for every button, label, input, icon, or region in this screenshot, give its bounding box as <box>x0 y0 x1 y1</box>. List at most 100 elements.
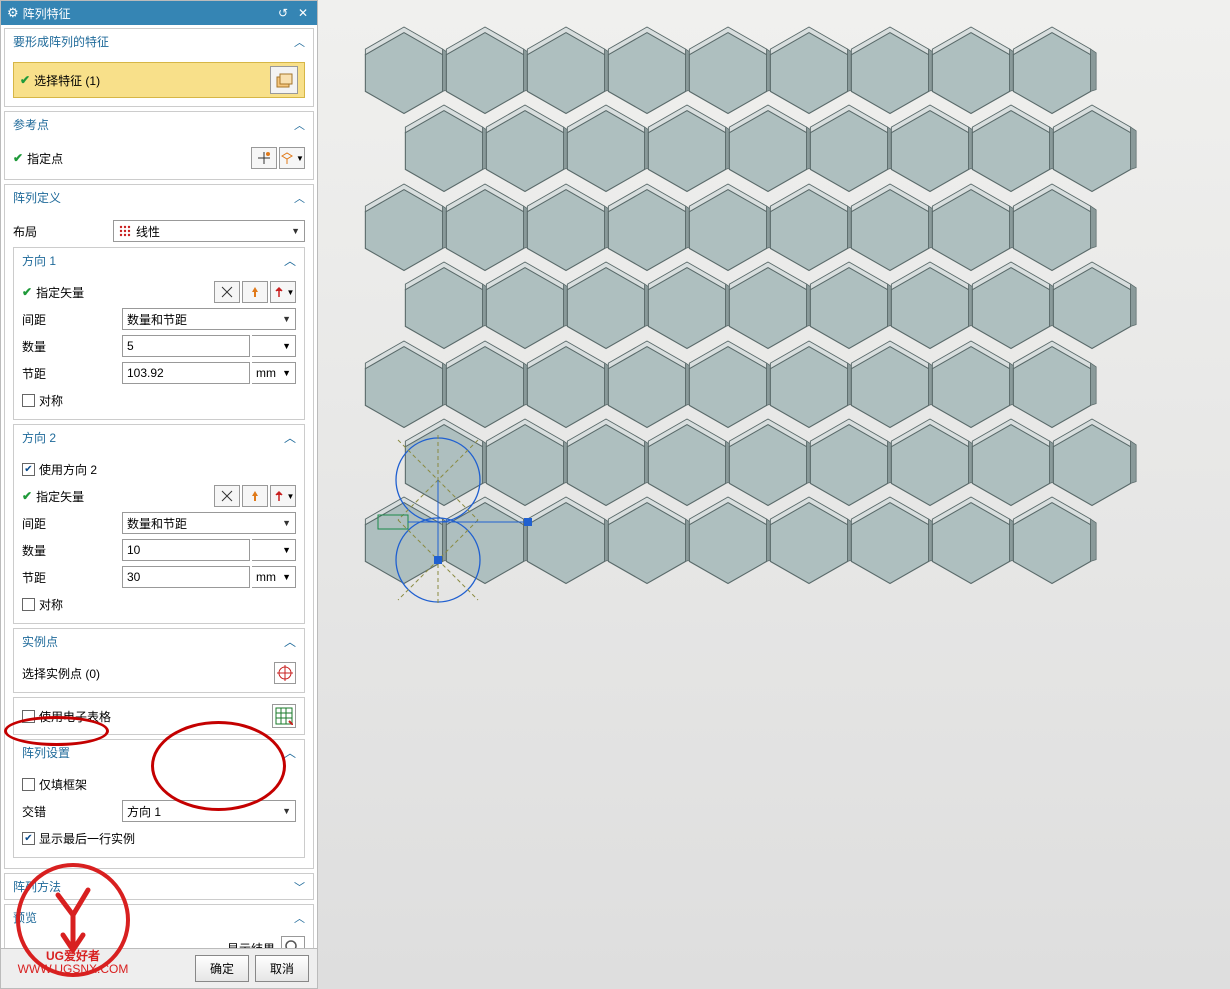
dir2-spacing-value: 数量和节距 <box>127 515 187 532</box>
vector-reverse-icon[interactable] <box>242 485 268 507</box>
dir1-count-input[interactable]: 5 <box>122 335 250 357</box>
dir2-head[interactable]: 方向 2 ︿ <box>14 425 304 450</box>
use-spreadsheet-checkbox[interactable]: 使用电子表格 <box>22 708 111 725</box>
dir1-count-value: 5 <box>127 339 134 353</box>
pattern-settings-head[interactable]: 阵列设置 ︿ <box>14 740 304 765</box>
layout-value: 线性 <box>136 223 160 240</box>
chevron-down-icon: ▼ <box>282 545 291 555</box>
dir2-spacing-label: 间距 <box>22 515 122 532</box>
magnifier-icon[interactable] <box>281 936 305 948</box>
layout-combo[interactable]: 线性 ▼ <box>113 220 305 242</box>
hex-instance <box>763 490 855 596</box>
point-dropdown-icon[interactable]: ▼ <box>279 147 305 169</box>
chevron-up-icon: ︿ <box>284 429 296 446</box>
reset-icon[interactable]: ↺ <box>275 5 291 21</box>
chevron-up-icon: ︿ <box>294 34 305 50</box>
stagger-combo[interactable]: 方向 1▼ <box>122 800 296 822</box>
dir1-count-unit[interactable]: ▼ <box>252 335 296 357</box>
cancel-button[interactable]: 取消 <box>255 955 309 982</box>
chevron-up-icon: ︿ <box>284 633 296 650</box>
subsection-dir2: 方向 2 ︿ ✔使用方向 2 ✔指定矢量 ▼ <box>13 424 305 624</box>
stagger-value: 方向 1 <box>127 803 161 820</box>
dir1-count-label: 数量 <box>22 338 122 355</box>
dir1-spacing-combo[interactable]: 数量和节距 ▼ <box>122 308 296 330</box>
use-dir2-checkbox[interactable]: ✔使用方向 2 <box>22 461 97 478</box>
dir2-pitch-unit[interactable]: mm ▼ <box>252 566 296 588</box>
section-features-head[interactable]: 要形成阵列的特征 ︿ <box>5 29 313 54</box>
dir2-spacing-combo[interactable]: 数量和节距 ▼ <box>122 512 296 534</box>
watermark-stamp: UG爱好者 WWW.UGSNX.COM <box>13 860 133 980</box>
chevron-up-icon: ︿ <box>284 252 296 269</box>
show-last-row-label: 显示最后一行实例 <box>39 830 135 847</box>
check-icon: ✔ <box>22 489 32 503</box>
dir1-spacing-value: 数量和节距 <box>127 311 187 328</box>
frame-only-checkbox[interactable]: 仅填框架 <box>22 776 87 793</box>
dir2-pitch-unit-label: mm <box>256 570 276 584</box>
section-refpoint-head[interactable]: 参考点 ︿ <box>5 112 313 137</box>
vector-reverse-icon[interactable] <box>242 281 268 303</box>
section-features-title: 要形成阵列的特征 <box>13 33 109 50</box>
section-refpoint: 参考点 ︿ ✔ 指定点 ▼ <box>4 111 314 180</box>
dir1-pitch-value: 103.92 <box>127 366 164 380</box>
use-dir2-label: 使用方向 2 <box>39 461 97 478</box>
chevron-down-icon: ▼ <box>282 341 291 351</box>
select-instance-label: 选择实例点 (0) <box>22 665 274 682</box>
hex-instance <box>601 490 693 596</box>
vector-pick-icon[interactable] <box>214 281 240 303</box>
close-icon[interactable]: ✕ <box>295 5 311 21</box>
dir1-pitch-input[interactable]: 103.92 <box>122 362 250 384</box>
dir2-count-value: 10 <box>127 543 140 557</box>
show-last-row-checkbox[interactable]: ✔显示最后一行实例 <box>22 830 135 847</box>
hex-instance <box>682 490 774 596</box>
section-refpoint-title: 参考点 <box>13 116 49 133</box>
chevron-up-icon: ︿ <box>294 190 305 206</box>
select-feature-row[interactable]: ✔ 选择特征 (1) <box>13 62 305 98</box>
dir1-title: 方向 1 <box>22 252 56 269</box>
vector-pick-icon[interactable] <box>214 485 240 507</box>
cancel-label: 取消 <box>270 962 294 976</box>
dialog-titlebar: ⚙ 阵列特征 ↺ ✕ <box>1 1 317 25</box>
dialog-title: 阵列特征 <box>23 5 271 22</box>
instance-points-head[interactable]: 实例点 ︿ <box>14 629 304 654</box>
hex-instance <box>844 490 936 596</box>
pattern-feature-dialog: ⚙ 阵列特征 ↺ ✕ 要形成阵列的特征 ︿ ✔ 选择特征 (1) <box>0 0 318 989</box>
subsection-pattern-settings: 阵列设置 ︿ 仅填框架 交错 方向 1▼ ✔显示最后一行实例 <box>13 739 305 858</box>
dir2-symmetric-checkbox[interactable]: 对称 <box>22 596 63 613</box>
section-pattern-def-head[interactable]: 阵列定义 ︿ <box>5 185 313 210</box>
dir2-pitch-input[interactable]: 30 <box>122 566 250 588</box>
pattern-settings-title: 阵列设置 <box>22 744 70 761</box>
viewport-3d[interactable] <box>318 0 1230 989</box>
dir1-symmetric-label: 对称 <box>39 392 63 409</box>
vector-axis-icon[interactable]: ▼ <box>270 281 296 303</box>
vector-axis-icon[interactable]: ▼ <box>270 485 296 507</box>
chevron-down-icon: ▼ <box>291 226 300 236</box>
svg-text:UG爱好者: UG爱好者 <box>46 948 100 963</box>
subsection-instance-points: 实例点 ︿ 选择实例点 (0) <box>13 628 305 693</box>
dir2-symmetric-label: 对称 <box>39 596 63 613</box>
subsection-dir1: 方向 1 ︿ ✔指定矢量 ▼ 间距 <box>13 247 305 420</box>
ok-button[interactable]: 确定 <box>195 955 249 982</box>
dir1-symmetric-checkbox[interactable]: 对称 <box>22 392 63 409</box>
check-icon: ✔ <box>13 151 23 165</box>
feature-block-icon[interactable] <box>270 66 298 94</box>
select-feature-label: 选择特征 (1) <box>34 72 270 89</box>
svg-text:WWW.UGSNX.COM: WWW.UGSNX.COM <box>18 962 129 976</box>
dir2-count-unit[interactable]: ▼ <box>252 539 296 561</box>
chevron-down-icon: ▼ <box>282 314 291 324</box>
dir1-pitch-unit[interactable]: mm▼ <box>252 362 296 384</box>
chevron-down-icon: ▼ <box>282 518 291 528</box>
spreadsheet-icon[interactable] <box>272 704 296 728</box>
dir1-head[interactable]: 方向 1 ︿ <box>14 248 304 273</box>
dir2-count-input[interactable]: 10 <box>122 539 250 561</box>
target-icon[interactable] <box>274 662 296 684</box>
linear-grid-icon <box>118 224 132 238</box>
dir2-title: 方向 2 <box>22 429 56 446</box>
section-features: 要形成阵列的特征 ︿ ✔ 选择特征 (1) <box>4 28 314 107</box>
hex-instance <box>1006 490 1098 596</box>
dialog-body: 要形成阵列的特征 ︿ ✔ 选择特征 (1) 参考点 ︿ <box>1 25 317 948</box>
chevron-down-icon: ﹀ <box>294 879 305 895</box>
chevron-down-icon: ▼ <box>282 572 291 582</box>
point-plus-icon[interactable] <box>251 147 277 169</box>
layout-label: 布局 <box>13 223 113 240</box>
chevron-up-icon: ︿ <box>294 117 305 133</box>
